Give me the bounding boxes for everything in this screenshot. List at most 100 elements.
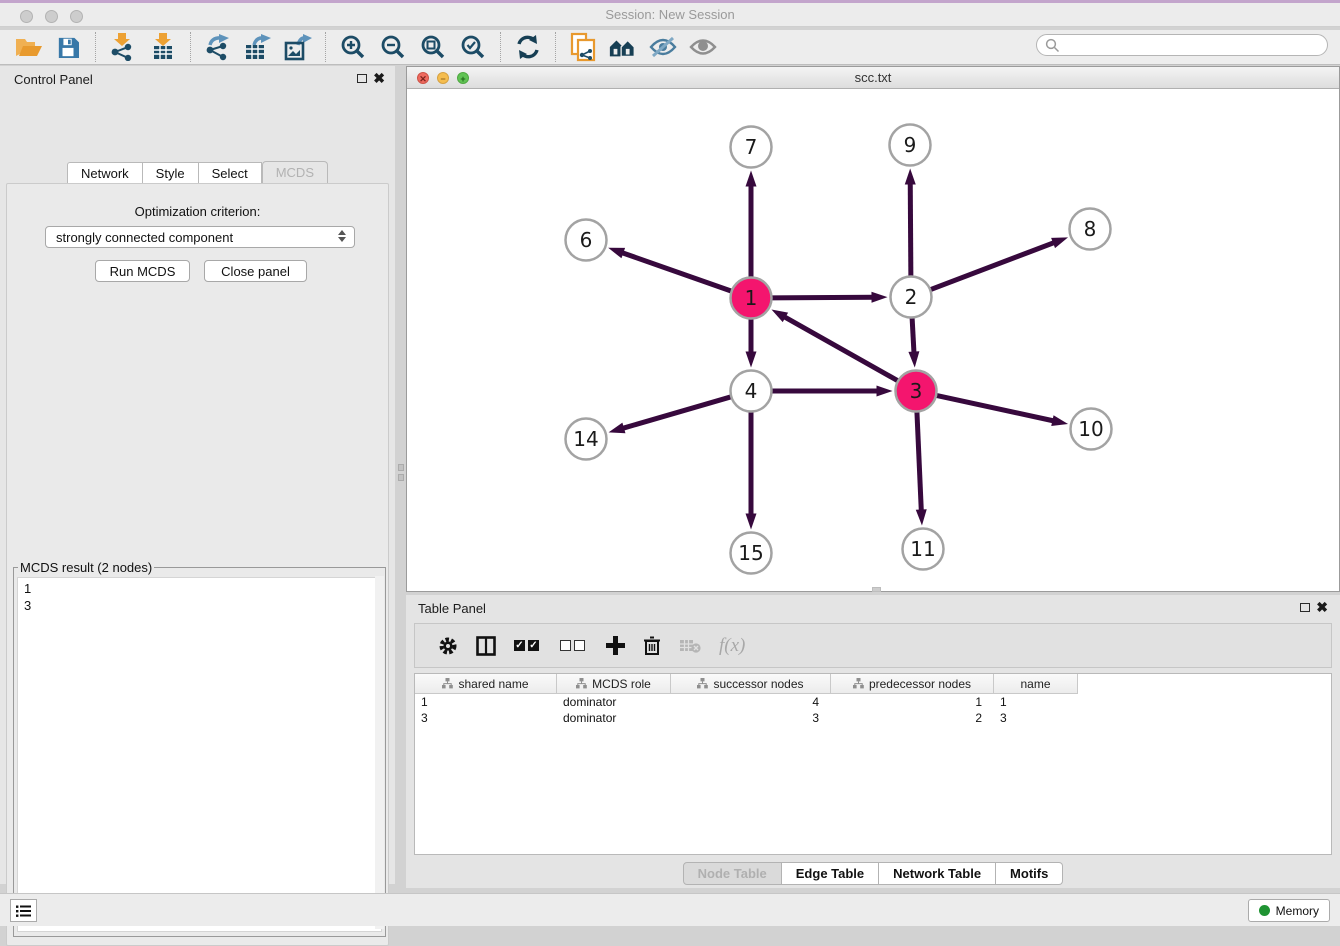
tab-style[interactable]: Style (143, 162, 199, 185)
edge-1-6[interactable] (620, 252, 733, 292)
edge-3-1[interactable] (783, 316, 900, 382)
zoom-out-icon[interactable] (378, 33, 408, 61)
table-cell[interactable]: dominator (557, 694, 671, 710)
control-panel-title: Control Panel (14, 72, 93, 87)
edge-2-3[interactable] (912, 315, 914, 354)
tab-network[interactable]: Network (67, 162, 143, 185)
import-network-icon[interactable] (108, 33, 138, 61)
session-title: Session: New Session (0, 3, 1340, 27)
edge-arrowhead (608, 248, 625, 258)
float-panel-icon[interactable] (1300, 603, 1310, 612)
edge-arrowhead (877, 386, 893, 397)
table-cell[interactable]: 3 (671, 710, 831, 726)
column-header-successor-nodes[interactable]: successor nodes (671, 674, 831, 694)
add-column-icon[interactable] (606, 636, 625, 655)
memory-label: Memory (1276, 904, 1319, 918)
edge-4-14[interactable] (621, 396, 733, 429)
control-panel: Control Panel ✖ NetworkStyleSelectMCDS O… (0, 66, 395, 884)
tab-motifs[interactable]: Motifs (996, 862, 1063, 885)
run-mcds-button[interactable]: Run MCDS (95, 260, 190, 282)
export-table-icon[interactable] (243, 33, 273, 61)
import-table-icon[interactable] (148, 33, 178, 61)
table-row[interactable]: 1dominator411 (415, 694, 1331, 710)
open-file-icon[interactable] (13, 33, 43, 61)
tab-node-table[interactable]: Node Table (683, 862, 782, 885)
table-panel-title: Table Panel (418, 601, 486, 616)
edge-arrowhead (1051, 237, 1068, 248)
close-panel-button[interactable]: Close panel (204, 260, 307, 282)
unchecked-box-icon (574, 640, 585, 651)
criterion-select[interactable]: strongly connected component (45, 226, 355, 248)
select-all-icon[interactable]: ✓✓ (514, 640, 542, 651)
table-cell[interactable]: 3 (994, 710, 1078, 726)
edge-2-8[interactable] (928, 242, 1056, 290)
maximize-window-button[interactable] (70, 10, 83, 23)
delete-column-icon[interactable] (643, 636, 661, 656)
zoom-in-icon[interactable] (338, 33, 368, 61)
network-window-titlebar[interactable]: ✕ − + scc.txt (407, 67, 1339, 89)
toolbar-separator (95, 32, 96, 62)
column-type-icon (853, 678, 864, 689)
table-cell[interactable]: 1 (415, 694, 557, 710)
network-resize-handle[interactable] (872, 587, 881, 592)
show-all-icon[interactable] (688, 33, 718, 61)
export-image-icon[interactable] (283, 33, 313, 61)
table-settings-icon[interactable] (438, 636, 458, 656)
mcds-result-text[interactable]: 13 (17, 577, 382, 932)
network-close-icon[interactable]: ✕ (417, 72, 429, 84)
table-cell[interactable]: 4 (671, 694, 831, 710)
first-neighbors-icon[interactable] (608, 33, 638, 61)
splitter-handle[interactable] (398, 464, 404, 471)
close-panel-icon[interactable]: ✖ (373, 73, 385, 83)
hide-selected-icon[interactable] (648, 33, 678, 61)
node-label: 7 (745, 135, 758, 159)
search-icon (1045, 38, 1060, 53)
checked-box-icon: ✓ (528, 640, 539, 651)
tab-network-table[interactable]: Network Table (879, 862, 996, 885)
network-maximize-icon[interactable]: + (457, 72, 469, 84)
table-cell[interactable]: 1 (831, 694, 994, 710)
edge-arrowhead (746, 352, 757, 368)
memory-button[interactable]: Memory (1248, 899, 1330, 922)
table-cell[interactable]: 3 (415, 710, 557, 726)
edge-3-11[interactable] (917, 409, 922, 512)
table-cell[interactable]: dominator (557, 710, 671, 726)
toggle-panel-icon[interactable] (476, 636, 496, 656)
save-session-icon[interactable] (53, 33, 83, 61)
zoom-selected-icon[interactable] (458, 33, 488, 61)
network-graph[interactable]: 7968124314101511 (407, 89, 1339, 591)
edge-3-10[interactable] (934, 395, 1055, 421)
splitter-handle[interactable] (398, 474, 404, 481)
tab-edge-table[interactable]: Edge Table (782, 862, 879, 885)
column-header-name[interactable]: name (994, 674, 1078, 694)
edge-arrowhead (746, 514, 757, 530)
node-table[interactable]: shared nameMCDS rolesuccessor nodesprede… (414, 673, 1332, 855)
result-scrollbar[interactable] (375, 576, 384, 929)
close-window-button[interactable] (20, 10, 33, 23)
deselect-all-icon[interactable] (560, 640, 588, 651)
search-input[interactable] (1036, 34, 1328, 56)
table-row[interactable]: 3dominator323 (415, 710, 1331, 726)
refresh-view-icon[interactable] (513, 33, 543, 61)
minimize-window-button[interactable] (45, 10, 58, 23)
toolbar-separator (500, 32, 501, 62)
table-cell[interactable]: 1 (994, 694, 1078, 710)
zoom-fit-icon[interactable] (418, 33, 448, 61)
close-panel-icon[interactable]: ✖ (1316, 602, 1328, 612)
clone-network-icon[interactable] (568, 33, 598, 61)
column-header-predecessor-nodes[interactable]: predecessor nodes (831, 674, 994, 694)
column-header-shared-name[interactable]: shared name (415, 674, 557, 694)
tab-mcds[interactable]: MCDS (262, 161, 328, 184)
show-panels-button[interactable] (10, 899, 37, 922)
edge-arrowhead (746, 171, 757, 187)
edge-2-9[interactable] (910, 181, 911, 278)
result-line: 3 (24, 597, 381, 614)
float-panel-icon[interactable] (357, 74, 367, 83)
export-network-icon[interactable] (203, 33, 233, 61)
table-cell[interactable]: 2 (831, 710, 994, 726)
edge-1-2[interactable] (769, 297, 874, 298)
column-header-MCDS-role[interactable]: MCDS role (557, 674, 671, 694)
node-label: 4 (745, 379, 758, 403)
tab-select[interactable]: Select (199, 162, 262, 185)
network-minimize-icon[interactable]: − (437, 72, 449, 84)
